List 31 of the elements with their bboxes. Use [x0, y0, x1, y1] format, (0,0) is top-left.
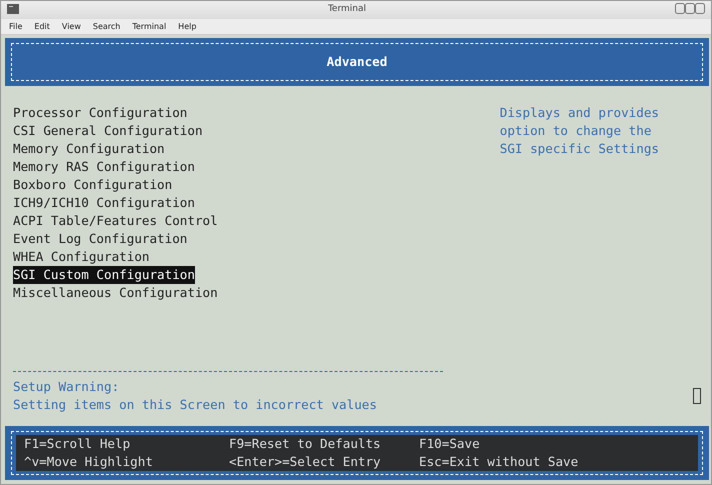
menu-entry[interactable]: Event Log Configuration — [13, 230, 188, 248]
menu-entry[interactable]: Miscellaneous Configuration — [13, 284, 218, 302]
cursor-icon — [693, 388, 701, 404]
key-hint: F9=Reset to Defaults — [229, 435, 382, 453]
menu-entry[interactable]: CSI General Configuration — [13, 122, 203, 140]
warning-text: Setup Warning: — [13, 378, 120, 396]
menu-entry[interactable]: Memory Configuration — [13, 140, 165, 158]
menu-item[interactable]: Help — [178, 20, 196, 32]
menu-item[interactable]: Terminal — [132, 20, 166, 32]
key-hint: ^v=Move Highlight — [24, 453, 154, 471]
key-hint: F10=Save — [419, 435, 481, 453]
menu-entry[interactable]: ICH9/ICH10 Configuration — [13, 194, 195, 212]
menu-entry[interactable]: ACPI Table/Features Control — [13, 212, 218, 230]
key-hint: Esc=Exit without Save — [419, 453, 580, 471]
menu-item[interactable]: File — [9, 20, 22, 32]
screen-title: Advanced — [326, 53, 388, 71]
menu-entry[interactable]: Boxboro Configuration — [13, 176, 172, 194]
warning-text: Setting items on this Screen to incorrect values — [13, 396, 377, 414]
menu-entry[interactable]: Memory RAS Configuration — [13, 158, 195, 176]
terminal-icon — [7, 3, 19, 17]
window-controls-icon[interactable] — [675, 3, 705, 17]
window-title: Terminal — [326, 3, 368, 16]
key-hint: <Enter>=Select Entry — [229, 453, 382, 471]
menu-entry[interactable]: Processor Configuration — [13, 104, 188, 122]
help-text: Displays and provides option to change the SGI specific Settings — [500, 104, 659, 158]
menu-item[interactable]: View — [62, 20, 81, 32]
key-hint: F1=Scroll Help — [24, 435, 132, 453]
menu-item[interactable]: Edit — [34, 20, 50, 32]
menu-entry[interactable]: WHEA Configuration — [13, 248, 150, 266]
menu-entry[interactable]: SGI Custom Configuration — [13, 266, 195, 284]
menu-item[interactable]: Search — [92, 20, 120, 32]
